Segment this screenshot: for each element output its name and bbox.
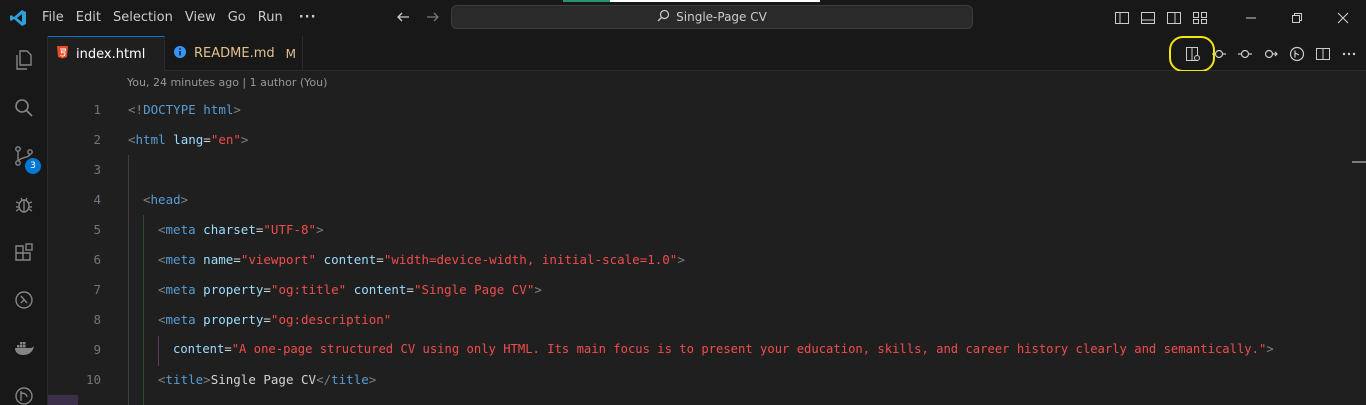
toggle-primary-sidebar-icon[interactable] — [1114, 10, 1130, 26]
code-text: <meta name="viewport" content="width=dev… — [158, 251, 685, 267]
code-line: 1 <!DOCTYPE html> — [48, 94, 1348, 124]
code-editor[interactable]: You, 24 minutes ago | 1 author (You) 1 <… — [48, 71, 1366, 405]
title-right — [1114, 0, 1366, 36]
run-debug-icon[interactable] — [0, 180, 48, 228]
window-controls — [1228, 0, 1366, 36]
code-text: <!DOCTYPE html> — [128, 101, 241, 117]
layout-controls — [1114, 10, 1208, 26]
code-line: 9 content="A one-page structured CV usin… — [48, 334, 1348, 364]
line-number: 8 — [93, 311, 101, 327]
menu-file[interactable]: File — [36, 0, 70, 36]
line-number: 5 — [93, 221, 101, 237]
info-icon — [173, 45, 187, 63]
line-number: 7 — [93, 281, 101, 297]
code-line: 2 <html lang="en"> — [48, 124, 1348, 154]
search-icon[interactable] — [0, 84, 48, 132]
next-change-icon[interactable] — [1262, 45, 1280, 63]
highlight-annotation — [1169, 36, 1215, 72]
menu-selection[interactable]: Selection — [107, 0, 179, 36]
code-text: <meta property="og:description" — [158, 311, 392, 327]
split-editor-icon[interactable] — [1314, 45, 1332, 63]
github-icon[interactable] — [0, 372, 48, 405]
title-bar: File Edit Selection View Go Run ··· Sing… — [0, 0, 1366, 36]
forward-arrow-icon[interactable] — [424, 8, 442, 26]
command-center-label: Single-Page CV — [676, 10, 767, 24]
remote-explorer-icon[interactable] — [0, 276, 48, 324]
line-number: 10 — [85, 371, 101, 387]
docker-icon[interactable] — [0, 324, 48, 372]
line-number: 9 — [93, 341, 101, 357]
vscode-logo-icon — [0, 0, 36, 36]
toggle-panel-icon[interactable] — [1140, 10, 1156, 26]
minimize-icon[interactable] — [1228, 0, 1274, 36]
code-line: 7 <meta property="og:title" content="Sin… — [48, 274, 1348, 304]
extensions-icon[interactable] — [0, 228, 48, 276]
command-center[interactable]: Single-Page CV — [451, 5, 973, 29]
more-actions-icon[interactable] — [1340, 45, 1358, 63]
tab-readme-md[interactable]: README.md M — [165, 36, 303, 71]
accent-line-white — [610, 0, 820, 2]
code-text: <meta charset="UTF-8"> — [158, 221, 324, 237]
code-line: 5 <meta charset="UTF-8"> — [48, 214, 1348, 244]
code-line: 8 <meta property="og:description" — [48, 304, 1348, 334]
back-arrow-icon[interactable] — [394, 8, 412, 26]
tab-index-html[interactable]: index.html — [48, 36, 165, 71]
toggle-secondary-sidebar-icon[interactable] — [1166, 10, 1182, 26]
code-line: 4 <head> — [48, 184, 1348, 214]
customize-layout-icon[interactable] — [1192, 10, 1208, 26]
code-text: content="A one-page structured CV using … — [173, 342, 1274, 356]
menu-view[interactable]: View — [179, 0, 222, 36]
modified-indicator: M — [285, 46, 296, 61]
explorer-icon[interactable] — [0, 36, 48, 84]
activity-bar: 3 — [0, 36, 48, 405]
tab-label: README.md — [194, 46, 275, 61]
code-line: 6 <meta name="viewport" content="width=d… — [48, 244, 1348, 274]
line-number: 2 — [93, 131, 101, 147]
html5-icon — [56, 45, 69, 63]
source-control-icon[interactable]: 3 — [0, 132, 48, 180]
line-number: 3 — [93, 161, 101, 177]
menu-run[interactable]: Run — [252, 0, 289, 36]
menu-go[interactable]: Go — [222, 0, 252, 36]
code-line: 10 <title>Single Page CV</title> — [48, 364, 1348, 394]
git-graph-icon[interactable] — [1288, 45, 1306, 63]
code-line: 3 — [48, 154, 1348, 184]
previous-change-icon[interactable] — [1236, 45, 1254, 63]
code-text: <title>Single Page CV</title> — [158, 371, 377, 387]
restore-icon[interactable] — [1274, 0, 1320, 36]
line-number: 4 — [93, 191, 101, 207]
line-number: 1 — [93, 101, 101, 117]
line-number: 6 — [93, 251, 101, 267]
gutter-avatar — [48, 395, 78, 405]
code-text: <meta property="og:title" content="Singl… — [158, 281, 542, 297]
code-text: <html lang="en"> — [128, 131, 249, 147]
git-blame-lens: You, 24 minutes ago | 1 author (You) — [127, 76, 328, 89]
source-control-badge: 3 — [25, 158, 41, 174]
tab-label: index.html — [76, 46, 146, 62]
close-icon[interactable] — [1320, 0, 1366, 36]
menu-edit[interactable]: Edit — [70, 0, 107, 36]
menu-more[interactable]: ··· — [289, 0, 327, 36]
nav-arrows — [394, 8, 442, 26]
minimap-slider[interactable] — [1352, 161, 1366, 163]
menu-bar: File Edit Selection View Go Run ··· — [36, 0, 327, 36]
search-icon — [657, 9, 670, 25]
code-text: <head> — [143, 191, 189, 207]
accent-line — [563, 0, 610, 2]
